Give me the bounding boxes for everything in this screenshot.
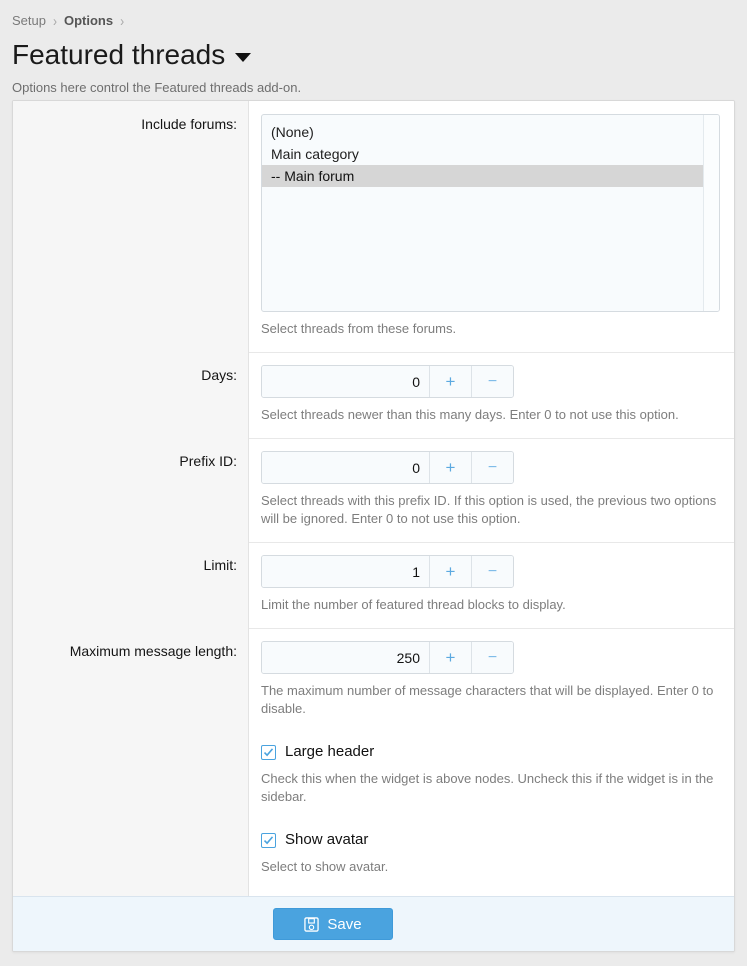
large-header-label: Large header: [285, 743, 375, 760]
limit-stepper: + −: [261, 555, 514, 588]
maximum-message-length-decrement-button[interactable]: −: [471, 642, 513, 673]
breadcrumb-item-setup[interactable]: Setup: [12, 13, 46, 29]
list-item[interactable]: (None): [262, 121, 703, 143]
field-maximum-message-length: + − The maximum number of message charac…: [249, 628, 734, 890]
form-row-include-forums: Include forums: (None) Main category -- …: [13, 101, 734, 352]
form-row-limit: Limit: + − Limit the number of featured …: [13, 542, 734, 628]
checkbox-block-show-avatar: Show avatar Select to show avatar.: [261, 830, 720, 876]
breadcrumb-separator-icon: ›: [52, 12, 57, 30]
row-divider: [249, 542, 734, 543]
help-prefix-id: Select threads with this prefix ID. If t…: [261, 493, 717, 526]
save-floppy-icon: [304, 916, 320, 932]
show-avatar-checkbox[interactable]: [261, 832, 276, 848]
checkbox-row-large-header[interactable]: Large header: [261, 742, 720, 762]
form-row-prefix-id: Prefix ID: + − Select threads with this …: [13, 438, 734, 542]
options-form-card: Include forums: (None) Main category -- …: [12, 100, 735, 952]
prefix-id-stepper: + −: [261, 451, 514, 484]
caret-down-icon[interactable]: [235, 53, 252, 62]
page-header: Setup › Options › Featured threads Optio…: [0, 0, 747, 96]
show-avatar-label: Show avatar: [285, 831, 369, 848]
prefix-id-input[interactable]: [262, 452, 429, 483]
help-show-avatar: Select to show avatar.: [261, 859, 389, 874]
limit-input[interactable]: [262, 556, 429, 587]
help-limit: Limit the number of featured thread bloc…: [261, 597, 566, 612]
prefix-id-decrement-button[interactable]: −: [471, 452, 513, 483]
breadcrumb: Setup › Options ›: [12, 10, 735, 32]
help-include-forums: Select threads from these forums.: [261, 321, 457, 336]
listbox-scrollbar[interactable]: [703, 115, 719, 311]
maximum-message-length-increment-button[interactable]: +: [429, 642, 471, 673]
limit-decrement-button[interactable]: −: [471, 556, 513, 587]
label-maximum-message-length: Maximum message length:: [69, 643, 237, 659]
label-days: Days:: [201, 367, 237, 383]
admin-options-page: Setup › Options › Featured threads Optio…: [0, 0, 747, 966]
days-increment-button[interactable]: +: [429, 366, 471, 397]
large-header-checkbox[interactable]: [261, 744, 276, 760]
row-divider: [249, 352, 734, 353]
row-divider: [249, 438, 734, 439]
limit-increment-button[interactable]: +: [429, 556, 471, 587]
field-limit: + − Limit the number of featured thread …: [249, 542, 734, 628]
label-include-forums: Include forums:: [141, 116, 237, 132]
checkbox-row-show-avatar[interactable]: Show avatar: [261, 830, 720, 850]
include-forums-options: (None) Main category -- Main forum: [262, 115, 703, 311]
page-description: Options here control the Featured thread…: [12, 80, 302, 95]
row-divider: [249, 628, 734, 629]
help-large-header: Check this when the widget is above node…: [261, 771, 714, 804]
maximum-message-length-input[interactable]: [262, 642, 429, 673]
help-days: Select threads newer than this many days…: [261, 407, 679, 422]
label-limit: Limit:: [203, 557, 237, 573]
save-button-label: Save: [327, 915, 362, 933]
options-form-body: Include forums: (None) Main category -- …: [13, 101, 734, 896]
include-forums-listbox[interactable]: (None) Main category -- Main forum: [261, 114, 720, 312]
breadcrumb-item-options[interactable]: Options: [64, 13, 113, 29]
field-include-forums: (None) Main category -- Main forum Selec…: [249, 101, 734, 352]
page-title: Featured threads: [12, 38, 735, 72]
maximum-message-length-stepper: + −: [261, 641, 514, 674]
checkbox-block-large-header: Large header Check this when the widget …: [261, 742, 720, 806]
label-prefix-id: Prefix ID:: [179, 453, 237, 469]
save-button[interactable]: Save: [273, 908, 393, 940]
days-decrement-button[interactable]: −: [471, 366, 513, 397]
help-maximum-message-length: The maximum number of message characters…: [261, 683, 714, 716]
page-title-text: Featured threads: [12, 39, 226, 70]
field-days: + − Select threads newer than this many …: [249, 352, 734, 438]
form-row-maximum-message-length: Maximum message length: + − The maximum …: [13, 628, 734, 890]
days-input[interactable]: [262, 366, 429, 397]
breadcrumb-separator-icon: ›: [120, 12, 125, 30]
list-item[interactable]: -- Main forum: [262, 165, 703, 187]
days-stepper: + −: [261, 365, 514, 398]
field-prefix-id: + − Select threads with this prefix ID. …: [249, 438, 734, 542]
list-item[interactable]: Main category: [262, 143, 703, 165]
prefix-id-increment-button[interactable]: +: [429, 452, 471, 483]
form-row-days: Days: + − Select threads newer than this…: [13, 352, 734, 438]
form-footer: Save: [13, 896, 734, 951]
